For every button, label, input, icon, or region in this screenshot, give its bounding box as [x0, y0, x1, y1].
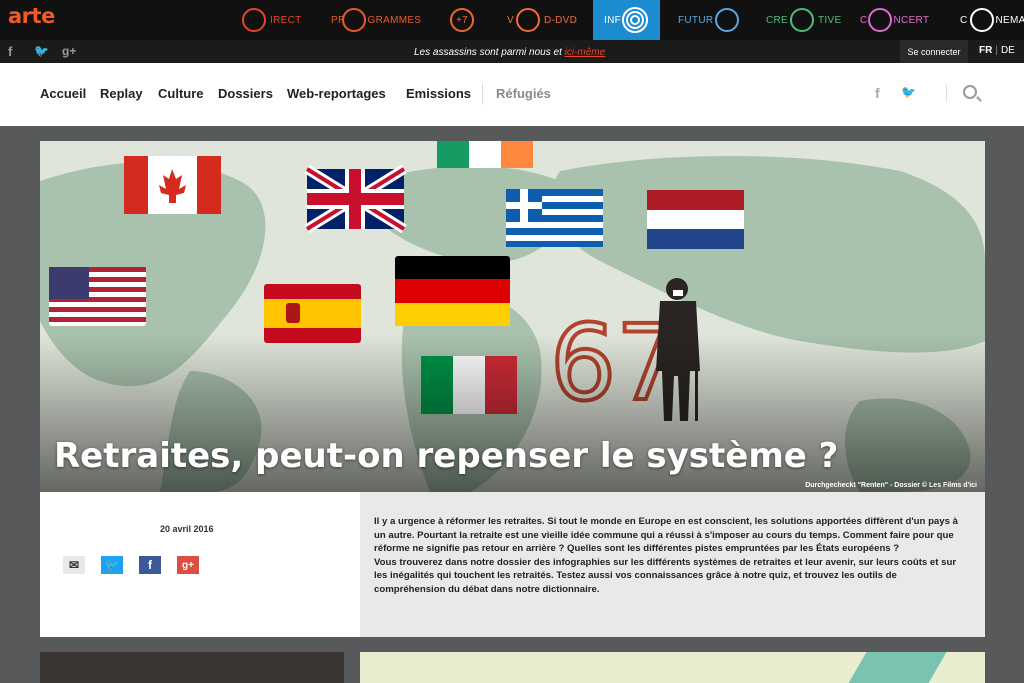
nav-replay[interactable]: Replay — [100, 86, 143, 101]
nav-dossiers[interactable]: Dossiers — [218, 86, 273, 101]
article-date: 20 avril 2016 — [160, 524, 214, 534]
search-icon[interactable] — [963, 85, 977, 99]
nav-accueil[interactable]: Accueil — [40, 86, 86, 101]
arte-logo[interactable]: arte — [8, 4, 55, 28]
related-card-light[interactable] — [360, 652, 985, 683]
nav-divider — [946, 84, 947, 102]
channel-plus7[interactable]: +7 — [450, 0, 474, 40]
twitter-icon[interactable]: 🐦 — [34, 44, 49, 58]
tagline-link[interactable]: ici-même — [565, 47, 606, 58]
google-plus-icon[interactable]: g+ — [62, 44, 76, 58]
nav-divider — [482, 83, 483, 105]
nav-refugies[interactable]: Réfugiés — [496, 86, 551, 101]
hero-banner[interactable]: 67 Retraites, peut-on repenser le systèm… — [40, 141, 985, 492]
channel-ring-icon — [969, 8, 994, 32]
nav-culture[interactable]: Culture — [158, 86, 204, 101]
channel-ring-icon — [867, 8, 892, 32]
info-target-icon — [622, 7, 648, 33]
facebook-icon[interactable]: f — [875, 85, 880, 101]
article-meta-panel — [40, 492, 360, 637]
google-plus-share-icon[interactable]: g+ — [177, 556, 199, 574]
language-switch: FR | DE — [979, 45, 1015, 56]
channel-future[interactable]: FUTUR — [678, 0, 740, 40]
channel-concert[interactable]: C NCERT — [860, 0, 929, 40]
channel-ring-icon — [515, 8, 540, 32]
channel-creative[interactable]: CRE TIVE — [766, 0, 841, 40]
email-share-icon[interactable]: ✉ — [63, 556, 85, 574]
channel-ring-icon — [242, 8, 266, 32]
facebook-share-icon[interactable]: f — [139, 556, 161, 574]
twitter-share-icon[interactable]: 🐦 — [101, 556, 123, 574]
tagline: Les assassins sont parmi nous et ici-mêm… — [414, 47, 606, 58]
login-button[interactable]: Se connecter — [900, 40, 968, 63]
twitter-icon[interactable]: 🐦 — [901, 85, 916, 99]
lang-fr[interactable]: FR — [979, 45, 992, 56]
channel-direct[interactable]: IRECT — [242, 0, 302, 40]
channel-vod-dvd[interactable]: V D-DVD — [507, 0, 577, 40]
channel-cinema[interactable]: C NEMA — [960, 0, 1024, 40]
related-card-dark[interactable] — [40, 652, 344, 683]
channel-programmes[interactable]: PR GRAMMES — [331, 0, 421, 40]
nav-web-reportages[interactable]: Web-reportages — [287, 86, 386, 101]
article-description: Il y a urgence à réformer les retraites.… — [374, 516, 958, 595]
facebook-icon[interactable]: f — [8, 44, 12, 59]
channel-ring-icon — [790, 8, 815, 32]
image-credit: Durchgecheckt "Renten" - Dossier © Les F… — [805, 482, 977, 489]
nav-emissions[interactable]: Emissions — [406, 86, 471, 101]
hero-title[interactable]: Retraites, peut-on repenser le système ? — [54, 436, 838, 476]
lang-de[interactable]: DE — [1001, 45, 1015, 56]
channel-info[interactable]: INF — [593, 0, 660, 40]
channel-ring-icon — [341, 8, 366, 32]
